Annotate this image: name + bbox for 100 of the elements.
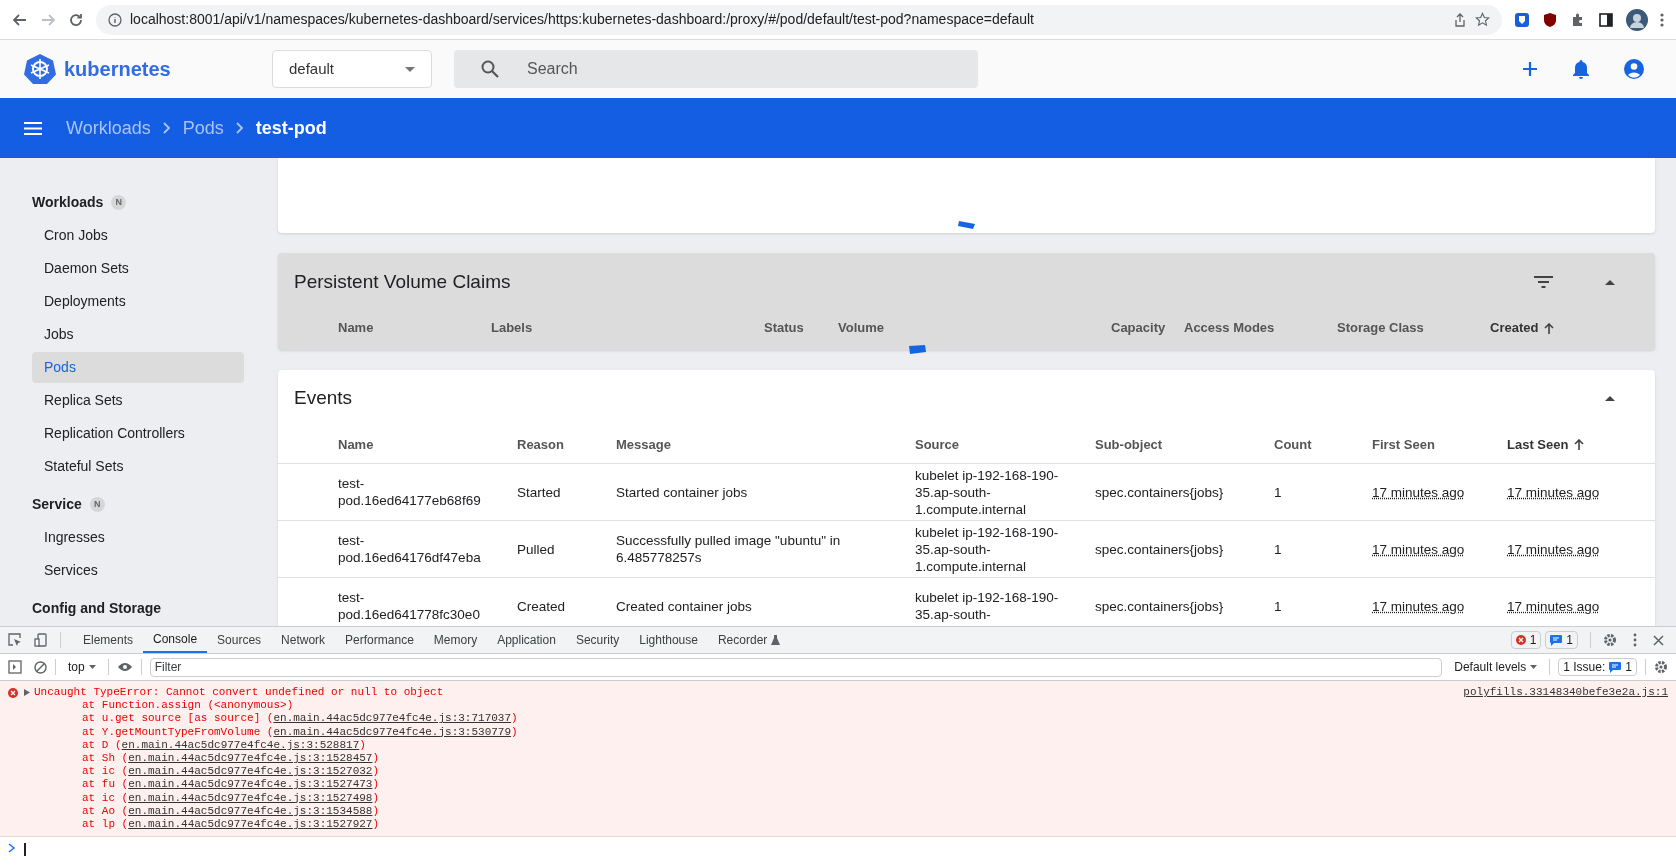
devtools-tab[interactable]: Recorder xyxy=(707,627,791,653)
error-count-badge[interactable]: 1 xyxy=(1510,631,1542,649)
stack-frame-text: at Sh ( xyxy=(82,752,129,764)
inspect-icon[interactable] xyxy=(8,633,22,647)
breadcrumb-current: test-pod xyxy=(255,116,327,140)
column-header[interactable]: Name xyxy=(338,318,374,338)
bell-icon[interactable] xyxy=(1572,59,1590,79)
sidebar-item[interactable]: Stateful Sets xyxy=(32,451,244,482)
account-icon[interactable] xyxy=(1624,59,1644,79)
sidebar-item[interactable]: Jobs xyxy=(32,319,244,350)
clear-console-icon[interactable] xyxy=(34,660,47,674)
devtools-tab[interactable]: Lighthouse xyxy=(629,627,708,653)
sidebar-item[interactable]: Daemon Sets xyxy=(32,253,244,284)
column-header[interactable]: Access Modes xyxy=(1184,318,1275,338)
table-cell-text: Created container jobs xyxy=(616,597,753,615)
namespace-select[interactable]: default xyxy=(272,50,432,88)
column-header[interactable]: First Seen xyxy=(1372,434,1435,455)
stack-link[interactable]: en.main.44ac5dc977e4fc4e.js:3:1527498 xyxy=(128,791,373,804)
column-header[interactable]: Created xyxy=(1490,318,1539,338)
filter-field[interactable]: Filter xyxy=(149,657,1443,677)
error-icon xyxy=(1515,635,1526,645)
device-toolbar-icon[interactable] xyxy=(34,633,48,647)
address-bar[interactable]: localhost:8001/api/v1/namespaces/kubernetes-dashboard/services/https:kubernetes-dashboard:/proxy/#/pod/default/test-pod?namespace=default xyxy=(96,4,1502,35)
sidebar-item[interactable]: Replica Sets xyxy=(32,385,244,416)
info-icon[interactable] xyxy=(108,12,122,27)
expand-triangle-icon[interactable] xyxy=(24,689,30,696)
table-cell-text: Created xyxy=(517,597,567,615)
column-header[interactable]: Labels xyxy=(491,318,533,338)
column-header[interactable]: Capacity xyxy=(1111,318,1166,338)
sort-arrow-icon[interactable] xyxy=(1574,439,1585,450)
error-text: Uncaught TypeError: Cannot convert undefined or null to object xyxy=(34,686,445,700)
column-header[interactable]: Reason xyxy=(517,434,564,455)
column-header[interactable]: Last Seen xyxy=(1507,434,1569,455)
devtools-tab[interactable]: Performance xyxy=(335,627,424,653)
column-header[interactable]: Storage Class xyxy=(1337,318,1424,338)
close-icon[interactable] xyxy=(1653,634,1664,646)
sidebar-section-title[interactable]: Workloads xyxy=(32,192,104,213)
stack-link[interactable]: en.main.44ac5dc977e4fc4e.js:3:1527927 xyxy=(128,818,373,831)
stack-link[interactable]: en.main.44ac5dc977e4fc4e.js:3:1534588 xyxy=(128,804,373,817)
stack-link[interactable]: en.main.44ac5dc977e4fc4e.js:3:1528457 xyxy=(128,752,373,764)
message-count-badge[interactable]: 1 xyxy=(1545,631,1578,649)
devtools-tab[interactable]: Sources xyxy=(207,627,272,653)
stack-link[interactable]: en.main.44ac5dc977e4fc4e.js:3:530779 xyxy=(273,725,512,738)
stack-frame-text: at Function.assign (<anonymous>) xyxy=(82,699,294,712)
devtools-tab[interactable]: Console xyxy=(143,627,208,653)
sidebar-item[interactable]: Deployments xyxy=(32,286,244,317)
search-field[interactable]: Search xyxy=(454,50,978,88)
table-cell-text: spec.containers{jobs} xyxy=(1095,540,1225,558)
column-header[interactable]: Volume xyxy=(838,318,884,338)
devtools-tab[interactable]: Network xyxy=(271,627,336,653)
more-icon[interactable] xyxy=(1633,633,1637,647)
devtools-tab[interactable]: Application xyxy=(487,627,566,653)
levels-select[interactable]: Default levels xyxy=(1450,658,1542,676)
share-icon[interactable] xyxy=(1453,12,1467,27)
filter-icon[interactable] xyxy=(1534,276,1553,288)
sidebar-item[interactable]: Ingresses xyxy=(32,522,244,553)
stack-link[interactable]: en.main.44ac5dc977e4fc4e.js:3:1527473 xyxy=(128,778,373,791)
devtools-tab[interactable]: Security xyxy=(565,627,630,653)
plus-icon[interactable] xyxy=(1522,61,1538,77)
helm-logo-icon xyxy=(24,53,56,85)
card-title: Persistent Volume Claims xyxy=(294,269,512,294)
sidebar-item[interactable]: Services xyxy=(32,555,244,586)
sort-arrow-icon[interactable] xyxy=(1544,322,1555,334)
sidebar-section-title[interactable]: Service xyxy=(32,494,82,515)
collapse-icon[interactable] xyxy=(1605,395,1615,401)
shield-icon[interactable] xyxy=(1542,11,1558,28)
menu-icon[interactable] xyxy=(24,121,42,135)
issues-button[interactable]: 1 Issue: 1 xyxy=(1558,658,1637,676)
side-panel-icon[interactable] xyxy=(1598,11,1614,28)
devtools-tab[interactable]: Memory xyxy=(423,627,488,653)
stack-link[interactable]: en.main.44ac5dc977e4fc4e.js:3:528817 xyxy=(121,738,360,751)
stack-link[interactable]: en.main.44ac5dc977e4fc4e.js:3:1527032 xyxy=(128,765,373,778)
menu-icon[interactable] xyxy=(1660,11,1664,28)
sidebar-toggle-icon[interactable] xyxy=(8,660,22,674)
reload-icon[interactable] xyxy=(68,11,84,28)
settings-icon[interactable] xyxy=(1654,660,1668,674)
back-icon[interactable] xyxy=(12,11,28,28)
column-header[interactable]: Source xyxy=(915,434,960,455)
stack-link[interactable]: en.main.44ac5dc977e4fc4e.js:3:717037 xyxy=(273,712,512,725)
sidebar-item[interactable]: Pods xyxy=(32,352,244,383)
column-header[interactable]: Status xyxy=(764,318,804,338)
logo-text: kubernetes xyxy=(64,57,171,82)
chevron-icon xyxy=(235,122,244,134)
column-header[interactable]: Name xyxy=(338,434,374,455)
table-cell-text: spec.containers{jobs} xyxy=(1095,483,1225,501)
eye-icon[interactable] xyxy=(116,662,133,672)
devtools-tab[interactable]: Elements xyxy=(73,627,144,653)
source-link[interactable]: polyfills.33148340befe3e2a.js:1 xyxy=(1463,686,1668,832)
avatar-icon[interactable] xyxy=(1626,8,1648,31)
column-header[interactable]: Sub-object xyxy=(1095,434,1163,455)
star-icon[interactable] xyxy=(1475,12,1490,27)
settings-icon[interactable] xyxy=(1603,633,1617,647)
sidebar-section-title[interactable]: Config and Storage xyxy=(32,598,162,619)
collapse-icon[interactable] xyxy=(1605,279,1615,285)
sidebar-item[interactable]: Replication Controllers xyxy=(32,418,244,449)
column-header[interactable]: Count xyxy=(1274,434,1312,455)
context-select[interactable]: top xyxy=(64,658,100,676)
sidebar-item[interactable]: Cron Jobs xyxy=(32,220,244,251)
shield-extension-icon[interactable] xyxy=(1514,11,1530,28)
column-header[interactable]: Message xyxy=(616,434,671,455)
